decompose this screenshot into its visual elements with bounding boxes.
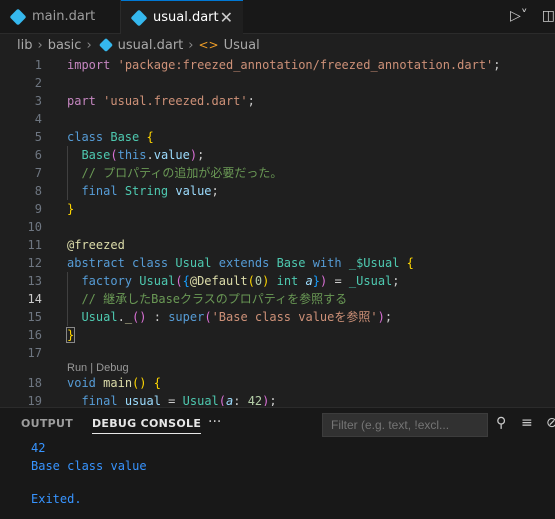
line-number: 6 (34, 148, 42, 162)
filter-input[interactable] (322, 413, 488, 437)
dart-file-icon (130, 9, 148, 26)
run-debug-icon[interactable]: ▷˅ (510, 8, 528, 24)
line-number: 14 (27, 292, 42, 306)
line-number: 5 (34, 130, 42, 144)
search-icon[interactable]: ⚲ (496, 415, 506, 431)
split-editor-icon[interactable]: ◫ (542, 8, 555, 24)
clear-console-icon[interactable]: ⊘ (546, 415, 555, 431)
line-number: 12 (27, 256, 42, 270)
console-line: 42 (31, 441, 46, 455)
editor-actions: ▷˅ ◫ (510, 8, 555, 24)
tab-debug-console[interactable]: DEBUG CONSOLE (92, 417, 202, 434)
console-line: Exited. (31, 492, 82, 506)
line-number: 11 (27, 238, 42, 252)
line-number: 9 (34, 202, 42, 216)
line-number: 3 (34, 94, 42, 108)
line-number: 7 (34, 166, 42, 180)
breadcrumb-basic[interactable]: basic (48, 38, 82, 53)
dart-file-icon (98, 37, 113, 53)
tab-label: usual.dart (153, 10, 219, 25)
tab-bar: main.dart usual.dart ✕ ▷˅ ◫ (0, 0, 555, 34)
word-wrap-icon[interactable]: ≡ (521, 415, 533, 431)
tab-usual-dart[interactable]: usual.dart ✕ (121, 0, 243, 34)
class-symbol-icon: <> (198, 38, 219, 52)
dart-file-icon (9, 8, 27, 25)
run-debug-codelens[interactable]: Run | Debug (67, 362, 129, 374)
breadcrumb-symbol[interactable]: Usual (224, 38, 260, 53)
chevron-right-icon: › (37, 37, 43, 53)
chevron-right-icon: › (188, 37, 194, 53)
code-editor[interactable]: 1 import 'package:freezed_annotation/free… (0, 56, 555, 406)
more-icon[interactable]: ··· (208, 414, 221, 430)
line-number: 17 (27, 346, 42, 360)
line-number: 15 (27, 310, 42, 324)
line-number: 8 (34, 184, 42, 198)
line-number: 10 (27, 220, 42, 234)
breadcrumb-lib[interactable]: lib (17, 38, 32, 53)
tab-label: main.dart (32, 9, 96, 24)
close-icon[interactable]: ✕ (220, 8, 233, 27)
breadcrumb-file[interactable]: usual.dart (118, 38, 184, 53)
line-number: 19 (27, 394, 42, 406)
bottom-panel: OUTPUT DEBUG CONSOLE ··· ⚲ ≡ ⊘ 42 Base c… (0, 407, 555, 519)
line-number: 1 (34, 58, 42, 72)
line-number: 13 (27, 274, 42, 288)
line-number: 2 (34, 76, 42, 90)
tab-main-dart[interactable]: main.dart (0, 0, 121, 33)
breadcrumb: lib › basic › usual.dart › <> Usual (0, 34, 555, 56)
chevron-right-icon: › (86, 37, 92, 53)
console-line: Base class value (31, 459, 147, 473)
tab-output[interactable]: OUTPUT (21, 417, 73, 430)
line-number: 4 (34, 112, 42, 126)
line-number: 16 (27, 328, 42, 342)
line-number: 18 (27, 376, 42, 390)
